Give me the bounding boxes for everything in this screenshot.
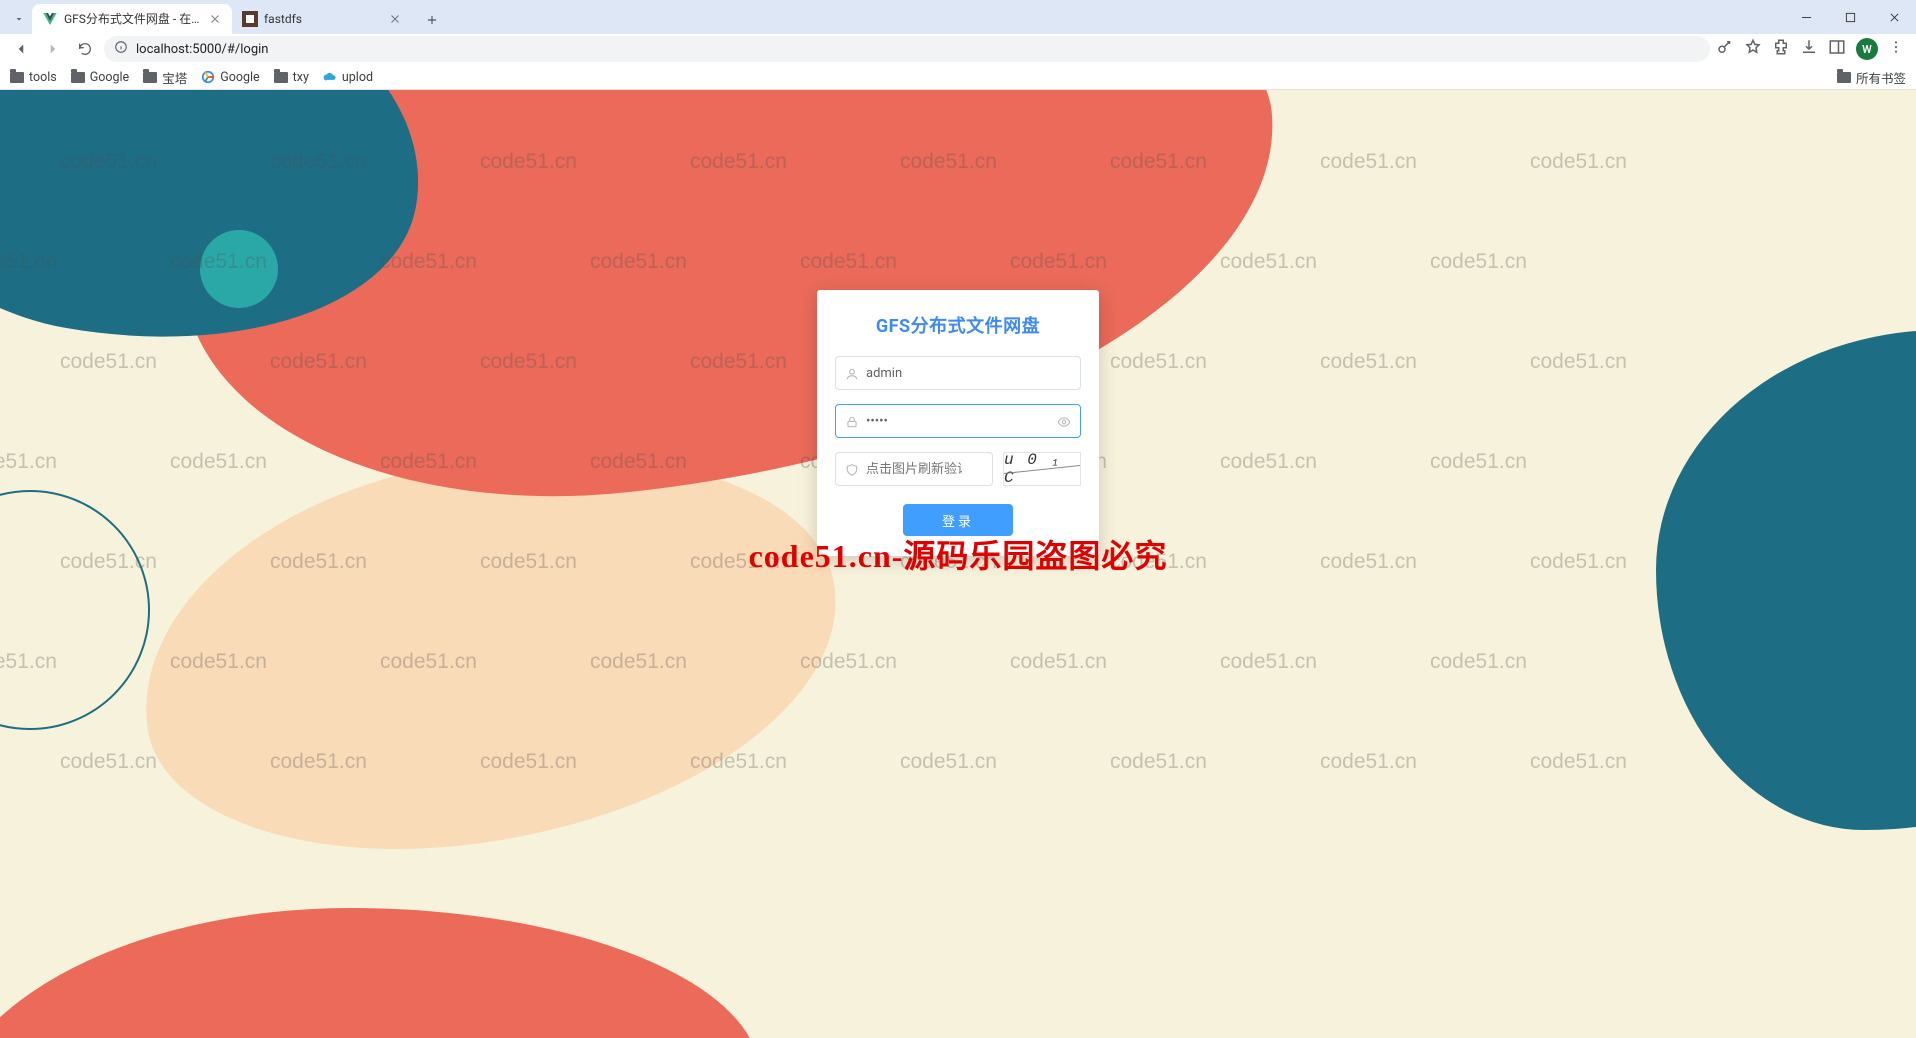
shield-icon (845, 462, 859, 476)
omnibar: localhost:5000/#/login W (0, 34, 1916, 66)
login-title: GFS分布式文件网盘 (835, 312, 1081, 338)
page-viewport: code51.cncode51.cncode51.cncode51.cncode… (0, 90, 1916, 1038)
login-button[interactable]: 登录 (903, 504, 1013, 536)
tab-title: fastdfs (264, 12, 388, 26)
folder-icon (71, 72, 85, 83)
tab-search-dropdown[interactable] (6, 4, 32, 34)
lock-icon (845, 414, 859, 428)
tab-active[interactable]: GFS分布式文件网盘 - 在线网盘 (32, 4, 232, 34)
google-icon (201, 70, 215, 84)
maximize-button[interactable] (1828, 2, 1872, 32)
folder-icon (274, 72, 288, 83)
kebab-menu-icon[interactable] (1888, 39, 1904, 59)
password-key-icon[interactable] (1716, 38, 1734, 60)
username-field-wrapper (835, 356, 1081, 390)
captcha-row: u 0 ₁ C (835, 452, 1081, 486)
reload-button[interactable] (72, 36, 98, 62)
minimize-button[interactable] (1784, 2, 1828, 32)
bookmark-google-1[interactable]: Google (71, 70, 129, 85)
address-bar[interactable]: localhost:5000/#/login (104, 36, 1710, 62)
bookmark-tools[interactable]: tools (10, 70, 57, 85)
close-icon[interactable] (208, 12, 222, 26)
forward-button[interactable] (40, 36, 66, 62)
folder-icon (1837, 72, 1851, 83)
close-window-button[interactable] (1872, 2, 1916, 32)
eye-icon[interactable] (1057, 414, 1071, 428)
bg-blob-red-bottom (0, 908, 760, 1038)
tab-inactive[interactable]: fastdfs (232, 4, 412, 34)
downloads-icon[interactable] (1800, 38, 1818, 60)
bg-blob-cyan-dot (200, 230, 278, 308)
vue-favicon-icon (42, 11, 58, 27)
folder-icon (10, 72, 24, 83)
tab-title: GFS分布式文件网盘 - 在线网盘 (64, 10, 208, 27)
captcha-image[interactable]: u 0 ₁ C (1003, 452, 1081, 486)
upload-icon (323, 70, 337, 84)
window-controls (1784, 0, 1916, 34)
close-icon[interactable] (388, 12, 402, 26)
all-bookmarks[interactable]: 所有书签 (1837, 68, 1906, 87)
bookmark-bar: tools Google 宝塔 Google txy uplod 所有书签 (0, 65, 1916, 89)
bookmark-star-icon[interactable] (1744, 38, 1762, 60)
bookmark-baota[interactable]: 宝塔 (143, 68, 187, 87)
new-tab-button[interactable] (418, 6, 446, 34)
toolbar-right: W (1716, 38, 1908, 60)
username-input[interactable] (835, 356, 1081, 390)
folder-icon (143, 72, 157, 83)
bg-blob-teal-right (1656, 330, 1916, 830)
extensions-icon[interactable] (1772, 38, 1790, 60)
profile-avatar[interactable]: W (1856, 38, 1878, 60)
back-button[interactable] (8, 36, 34, 62)
bookmark-txy[interactable]: txy (274, 70, 309, 85)
sidepanel-icon[interactable] (1828, 38, 1846, 60)
url-text: localhost:5000/#/login (136, 42, 268, 57)
bookmark-uplod[interactable]: uplod (323, 70, 373, 85)
captcha-field-wrapper (835, 452, 993, 486)
tab-strip: GFS分布式文件网盘 - 在线网盘 fastdfs (0, 0, 1916, 34)
browser-chrome: GFS分布式文件网盘 - 在线网盘 fastdfs (0, 0, 1916, 90)
password-field-wrapper (835, 404, 1081, 438)
user-icon (845, 366, 859, 380)
site-favicon-icon (242, 11, 258, 27)
bookmark-google-2[interactable]: Google (201, 70, 259, 85)
site-info-icon[interactable] (114, 40, 128, 58)
password-input[interactable] (835, 404, 1081, 438)
bg-ring (0, 490, 150, 730)
login-card: GFS分布式文件网盘 u 0 ₁ C 登录 (817, 290, 1099, 556)
